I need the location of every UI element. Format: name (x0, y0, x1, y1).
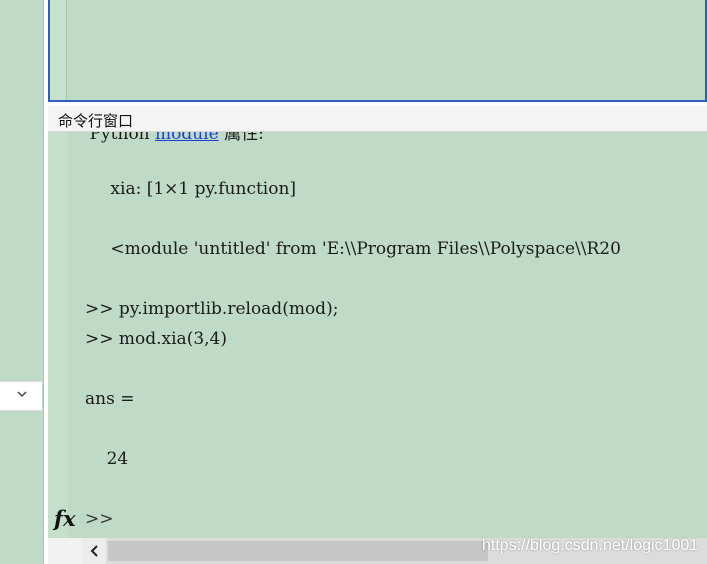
output-line: ans = (85, 389, 135, 409)
output-text: 属性: (218, 132, 264, 144)
scrollbar-corner (48, 538, 82, 564)
output-line: xia: [1×1 py.function] (78, 179, 297, 199)
left-side-pane (0, 0, 44, 564)
scroll-left-button[interactable] (82, 538, 106, 564)
command-prompt[interactable]: >> (85, 509, 114, 529)
command-window-titlebar: 命令行窗口 (48, 106, 707, 132)
arrow-left-icon (90, 545, 98, 557)
command-window-title: 命令行窗口 (58, 112, 134, 130)
output-line: 24 (85, 449, 129, 469)
command-window[interactable]: Python module 属性: xia: [1×1 py.function]… (48, 132, 707, 538)
command-window-gutter (48, 132, 68, 538)
left-pane-dropdown[interactable] (0, 381, 42, 411)
output-text: Python (68, 132, 156, 144)
watermark: https://blog.csdn.net/logic1001 (482, 537, 699, 554)
output-line-module: Python module 属性: (68, 132, 264, 144)
chevron-down-icon (17, 391, 27, 398)
editor-area[interactable] (48, 0, 707, 102)
scrollbar-thumb[interactable] (108, 541, 488, 561)
function-browser-button[interactable]: fx (54, 506, 76, 531)
editor-gutter (50, 0, 67, 100)
command-line: >> py.importlib.reload(mod); (85, 299, 339, 319)
command-line: >> mod.xia(3,4) (85, 329, 227, 349)
output-line: <module 'untitled' from 'E:\\Program Fil… (78, 239, 621, 259)
module-link[interactable]: module (155, 132, 219, 144)
